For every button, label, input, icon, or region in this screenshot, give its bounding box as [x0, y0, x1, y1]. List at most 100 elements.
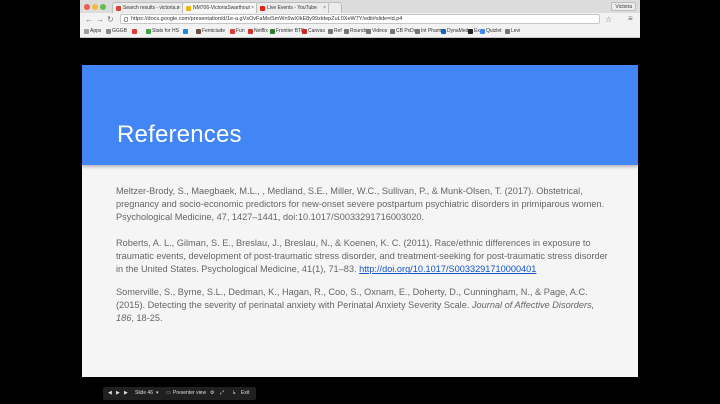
bookmark-item[interactable]: Ex: [468, 26, 480, 37]
bookmark-label: Stats for HS: [152, 28, 179, 34]
bookmark-favicon-icon: [270, 29, 275, 34]
tab-slides[interactable]: NM706-VictoriaSwarthout ×: [182, 2, 258, 13]
bookmark-favicon-icon: [183, 29, 188, 34]
menu-icon[interactable]: ≡: [628, 14, 633, 24]
tab-label: NM706-VictoriaSwarthout: [193, 5, 250, 11]
bookmark-favicon-icon: [248, 29, 253, 34]
tab-label: Search results - victoria.s: [123, 5, 180, 11]
close-icon[interactable]: ×: [323, 3, 326, 13]
bookmark-item[interactable]: Netflix: [248, 26, 268, 37]
exit-icon: ↳: [232, 390, 237, 396]
bookmark-item[interactable]: Ref: [328, 26, 342, 37]
bookmark-favicon-icon: [328, 29, 333, 34]
exit-button[interactable]: Exit: [241, 387, 249, 400]
presenter-view-button[interactable]: Presenter view: [173, 387, 206, 400]
close-icon[interactable]: ×: [177, 3, 180, 13]
browser-window: Search results - victoria.s × NM706-Vict…: [80, 0, 640, 38]
bookmark-label: Rounds: [350, 28, 368, 34]
toolbar: ← → ↻ https://docs.google.com/presentati…: [80, 13, 640, 26]
tab-search-results[interactable]: Search results - victoria.s ×: [112, 2, 184, 13]
bookmark-label: Femiciude: [202, 28, 226, 34]
bookmark-item[interactable]: Apps: [84, 26, 101, 37]
bookmark-label: Frontier BTF: [276, 28, 305, 34]
bookmark-label: Netflix: [254, 28, 268, 34]
bookmark-item[interactable]: Rounds: [344, 26, 367, 37]
reference-text: Meltzer-Brody, S., Maegbaek, M.L., , Med…: [116, 186, 605, 223]
bookmark-favicon-icon: [344, 29, 349, 34]
reference-3: Somerville, S., Byrne, S.L., Dedman, K.,…: [116, 286, 608, 326]
next-icon[interactable]: ▶: [124, 387, 128, 400]
presenter-toolbar: ◀ ▶ ▶ Slide 46 ▾ ▭ Presenter view ⚙ ⤢ ↳ …: [103, 387, 256, 400]
close-window-button[interactable]: [84, 4, 90, 10]
minimize-window-button[interactable]: [92, 4, 98, 10]
new-tab-button[interactable]: [328, 2, 342, 13]
close-icon[interactable]: ×: [251, 3, 254, 13]
bookmark-item[interactable]: Stats for HS: [146, 26, 179, 37]
bookmark-item[interactable]: Fun: [230, 26, 245, 37]
profile-button[interactable]: Victoria: [611, 2, 636, 11]
bookmark-favicon-icon: [468, 29, 473, 34]
presenter-view-icon: ▭: [166, 390, 171, 396]
lock-icon: [124, 17, 128, 22]
bookmark-label: Int Pharm: [421, 28, 443, 34]
gmail-icon: [116, 6, 121, 11]
bookmark-item[interactable]: [132, 26, 138, 37]
bookmark-item[interactable]: Femiciude: [196, 26, 225, 37]
tab-strip: Search results - victoria.s × NM706-Vict…: [80, 0, 640, 13]
youtube-icon: [260, 6, 265, 11]
bookmark-favicon-icon: [505, 29, 510, 34]
bookmark-favicon-icon: [196, 29, 201, 34]
bookmark-item[interactable]: DynaMed: [441, 26, 468, 37]
previous-icon[interactable]: ◀: [108, 387, 112, 400]
bookmark-label: Ref: [334, 28, 342, 34]
maximize-window-button[interactable]: [100, 4, 106, 10]
slide-selector[interactable]: Slide 46: [135, 387, 153, 400]
bookmark-item[interactable]: [183, 26, 189, 37]
bookmark-star-icon[interactable]: ☆: [605, 15, 612, 24]
bookmark-label: Videos: [372, 28, 388, 34]
reference-pages: , 18-25.: [131, 313, 163, 324]
screen: Search results - victoria.s × NM706-Vict…: [0, 0, 720, 404]
bookmark-favicon-icon: [366, 29, 371, 34]
bookmark-favicon-icon: [480, 29, 485, 34]
tab-youtube[interactable]: Live Events - YouTube ×: [256, 2, 330, 13]
bookmark-favicon-icon: [106, 29, 111, 34]
slide-title: References: [117, 121, 242, 148]
doi-link[interactable]: http://doi.org/10.1017/S0033291710000401: [359, 264, 536, 274]
tab-label: Live Events - YouTube: [267, 5, 317, 11]
bookmark-favicon-icon: [146, 29, 151, 34]
bookmark-favicon-icon: [415, 29, 420, 34]
play-icon[interactable]: ▶: [116, 387, 120, 400]
back-icon[interactable]: ←: [85, 15, 93, 24]
forward-icon[interactable]: →: [96, 15, 104, 24]
bookmark-label: Quizlet: [486, 28, 502, 34]
slide: References Meltzer-Brody, S., Maegbaek, …: [82, 65, 638, 377]
bookmark-favicon-icon: [230, 29, 235, 34]
slide-header: References: [82, 65, 638, 165]
fullscreen-icon[interactable]: ⤢: [220, 387, 224, 400]
slides-icon: [186, 6, 191, 11]
chevron-down-icon[interactable]: ▾: [156, 387, 159, 400]
reload-icon[interactable]: ↻: [107, 15, 114, 24]
bookmark-label: Apps: [90, 28, 102, 34]
reference-1: Meltzer-Brody, S., Maegbaek, M.L., , Med…: [116, 185, 608, 225]
bookmark-item[interactable]: CB PxDx: [390, 26, 416, 37]
bookmark-item[interactable]: GGGB: [106, 26, 127, 37]
bookmark-item[interactable]: Quizlet: [480, 26, 502, 37]
bookmarks-bar: Apps GGGB Stats for HS Femiciude Fun Netflix F…: [80, 26, 640, 37]
gear-icon[interactable]: ⚙: [210, 387, 214, 400]
bookmark-label: GGGB: [112, 28, 128, 34]
bookmark-label: Fun: [236, 28, 245, 34]
bookmark-item[interactable]: Frontier BTF: [270, 26, 304, 37]
bookmark-item[interactable]: Int Pharm: [415, 26, 443, 37]
bookmark-label: DynaMed: [447, 28, 469, 34]
bookmark-item[interactable]: Canvas: [302, 26, 325, 37]
bookmark-item[interactable]: Videos: [366, 26, 387, 37]
bookmark-favicon-icon: [390, 29, 395, 34]
bookmark-item[interactable]: Levi: [505, 26, 520, 37]
bookmark-label: Levi: [511, 28, 521, 34]
reference-2: Roberts, A. L., Gilman, S. E., Breslau, …: [116, 237, 608, 277]
bookmark-favicon-icon: [302, 29, 307, 34]
bookmark-favicon-icon: [84, 29, 89, 34]
address-bar[interactable]: https://docs.google.com/presentation/d/1…: [120, 14, 600, 24]
